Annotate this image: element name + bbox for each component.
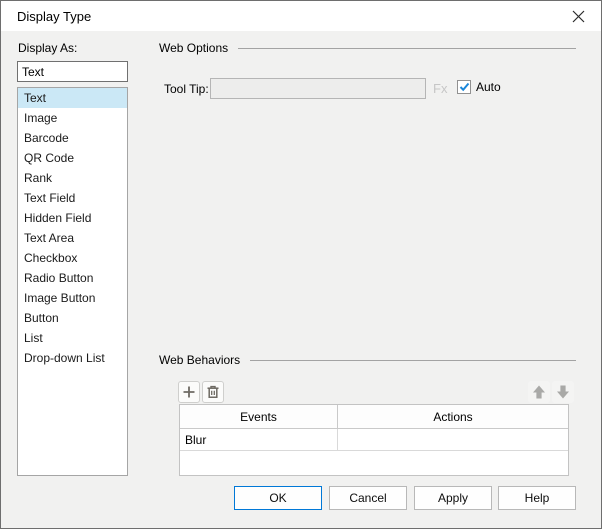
table-header-actions: Actions xyxy=(338,405,568,429)
event-cell[interactable]: Blur xyxy=(180,429,338,451)
delete-behavior-button[interactable] xyxy=(202,381,224,403)
list-item-text-area[interactable]: Text Area xyxy=(18,228,127,248)
table-row[interactable]: Blur xyxy=(180,429,568,451)
trash-icon xyxy=(206,385,220,399)
move-up-button xyxy=(528,381,550,403)
add-behavior-button[interactable] xyxy=(178,381,200,403)
cancel-button[interactable]: Cancel xyxy=(329,486,407,510)
up-arrow-icon xyxy=(531,384,547,400)
down-arrow-icon xyxy=(555,384,571,400)
section-divider xyxy=(238,47,576,49)
list-item-drop-down-list[interactable]: Drop-down List xyxy=(18,348,127,368)
table-header-events: Events xyxy=(180,405,338,429)
behaviors-table: Events Actions Blur xyxy=(179,404,569,476)
list-item-button[interactable]: Button xyxy=(18,308,127,328)
table-empty-area xyxy=(180,451,568,475)
list-item-qr-code[interactable]: QR Code xyxy=(18,148,127,168)
close-button[interactable] xyxy=(556,1,601,31)
table-header-row: Events Actions xyxy=(180,405,568,429)
fx-button: Fx xyxy=(433,81,448,96)
ok-button[interactable]: OK xyxy=(234,486,322,510)
list-item-barcode[interactable]: Barcode xyxy=(18,128,127,148)
tooltip-input xyxy=(210,78,426,99)
action-cell[interactable] xyxy=(338,429,568,451)
display-as-label: Display As: xyxy=(18,41,78,55)
auto-label: Auto xyxy=(476,80,501,94)
auto-checkbox-box[interactable] xyxy=(457,80,471,94)
list-item-list[interactable]: List xyxy=(18,328,127,348)
list-item-checkbox[interactable]: Checkbox xyxy=(18,248,127,268)
display-type-dialog: Display Type Display As: Text Image Barc… xyxy=(0,0,602,529)
title-bar: Display Type xyxy=(1,1,601,31)
help-button[interactable]: Help xyxy=(498,486,576,510)
web-behaviors-title: Web Behaviors xyxy=(159,353,241,367)
close-icon xyxy=(572,10,585,23)
list-item-image[interactable]: Image xyxy=(18,108,127,128)
display-as-input[interactable] xyxy=(17,61,128,82)
display-type-list: Text Image Barcode QR Code Rank Text Fie… xyxy=(17,87,128,476)
list-item-hidden-field[interactable]: Hidden Field xyxy=(18,208,127,228)
check-icon xyxy=(459,82,470,92)
list-item-rank[interactable]: Rank xyxy=(18,168,127,188)
apply-button[interactable]: Apply xyxy=(414,486,492,510)
plus-icon xyxy=(182,385,196,399)
list-item-radio-button[interactable]: Radio Button xyxy=(18,268,127,288)
section-divider xyxy=(250,359,576,361)
auto-checkbox[interactable]: Auto xyxy=(457,80,501,94)
web-behaviors-section-header: Web Behaviors xyxy=(159,353,576,367)
window-title: Display Type xyxy=(17,8,92,24)
list-item-image-button[interactable]: Image Button xyxy=(18,288,127,308)
list-item-text[interactable]: Text xyxy=(18,88,127,108)
tooltip-label: Tool Tip: xyxy=(164,82,209,96)
list-item-text-field[interactable]: Text Field xyxy=(18,188,127,208)
web-options-title: Web Options xyxy=(159,41,229,55)
move-down-button xyxy=(552,381,574,403)
web-options-section-header: Web Options xyxy=(159,41,576,55)
